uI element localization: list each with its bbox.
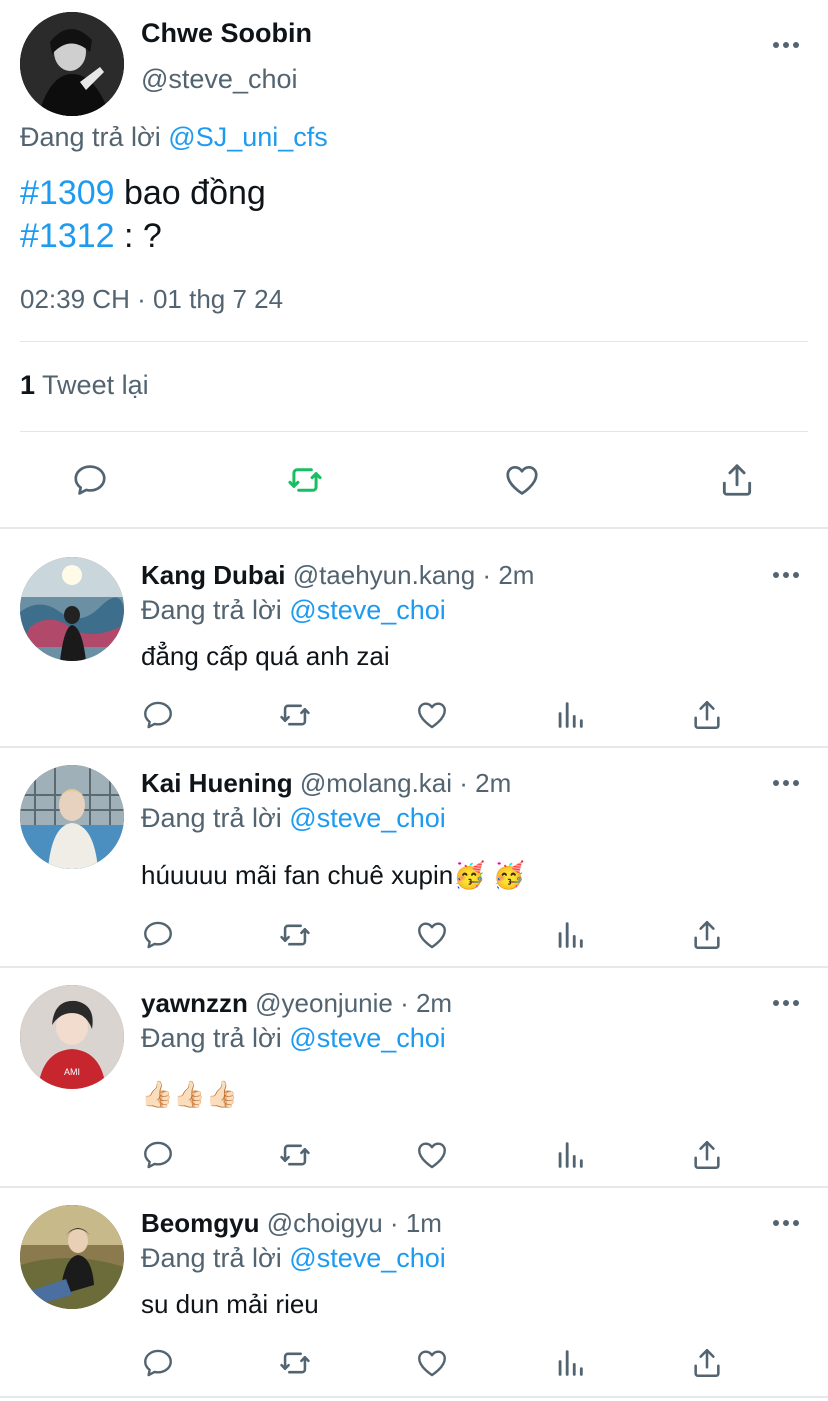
main-tweet-text-line-2: #1312 : ? <box>20 217 162 256</box>
share-icon[interactable] <box>690 698 724 732</box>
share-icon[interactable] <box>690 1346 724 1380</box>
tweet-text: bao đồng <box>114 174 266 212</box>
reply-avatar[interactable] <box>20 1205 124 1309</box>
reply-icon[interactable] <box>141 918 175 952</box>
more-icon[interactable] <box>772 36 800 54</box>
reply-tweet[interactable]: Kai Huening @molang.kai · 2m Đang trả lờ… <box>0 748 828 966</box>
like-icon[interactable] <box>415 918 449 952</box>
reply-avatar[interactable] <box>20 765 124 869</box>
replying-prefix: Đang trả lời <box>20 122 161 152</box>
retweet-icon[interactable] <box>278 1138 312 1172</box>
main-tweet-handle[interactable]: @steve_choi <box>141 64 298 95</box>
reply-avatar[interactable] <box>20 557 124 661</box>
main-tweet-text-line-1: #1309 bao đồng <box>20 174 266 213</box>
reply-text: su dun mải rieu <box>141 1289 319 1319</box>
reply-avatar[interactable]: AMI <box>20 985 124 1089</box>
reply-text: đẳng cấp quá anh zai <box>141 641 390 671</box>
svg-text:AMI: AMI <box>64 1067 80 1077</box>
replying-prefix: Đang trả lời <box>141 803 282 833</box>
reply-display-name[interactable]: Kang Dubai <box>141 560 285 590</box>
retweet-count-label: Tweet lại <box>42 370 149 400</box>
reply-icon[interactable] <box>71 461 109 499</box>
reply-tweet[interactable]: Kang Dubai @taehyun.kang · 2m Đang trả l… <box>0 528 828 746</box>
reply-text: húuuuu mãi fan chuê xupin🥳 🥳 <box>141 860 526 890</box>
reply-replying-to: Đang trả lời @steve_choi <box>141 803 446 834</box>
reply-display-name[interactable]: Beomgyu <box>141 1208 259 1238</box>
reply-replying-to: Đang trả lời @steve_choi <box>141 1243 446 1274</box>
more-icon[interactable] <box>772 994 800 1012</box>
divider <box>20 341 808 342</box>
divider <box>20 431 808 432</box>
share-icon[interactable] <box>690 1138 724 1172</box>
reply-tweet[interactable]: AMI yawnzzn @yeonjunie · 2m Đang trả lời… <box>0 968 828 1186</box>
reply-text: 👍🏻👍🏻👍🏻 <box>141 1079 239 1109</box>
more-icon[interactable] <box>772 566 800 584</box>
replying-mention-link[interactable]: @SJ_uni_cfs <box>168 122 327 152</box>
reply-header: Kai Huening @molang.kai · 2m <box>141 768 511 799</box>
reply-handle-time[interactable]: @molang.kai · 2m <box>300 768 511 798</box>
reply-header: yawnzzn @yeonjunie · 2m <box>141 988 452 1019</box>
hashtag-link[interactable]: #1312 <box>20 217 115 255</box>
tweet-text: : ? <box>114 217 162 255</box>
reply-tweet[interactable]: Beomgyu @choigyu · 1m Đang trả lời @stev… <box>0 1188 828 1398</box>
reply-replying-to: Đang trả lời @steve_choi <box>141 1023 446 1054</box>
reply-header: Kang Dubai @taehyun.kang · 2m <box>141 560 534 591</box>
reply-handle-time[interactable]: @choigyu · 1m <box>267 1208 442 1238</box>
views-icon[interactable] <box>553 918 587 952</box>
more-icon[interactable] <box>772 774 800 792</box>
replying-mention-link[interactable]: @steve_choi <box>289 1023 446 1053</box>
replying-mention-link[interactable]: @steve_choi <box>289 1243 446 1273</box>
main-tweet-display-name[interactable]: Chwe Soobin <box>141 18 312 49</box>
like-icon[interactable] <box>415 698 449 732</box>
retweet-icon[interactable] <box>278 698 312 732</box>
views-icon[interactable] <box>553 1346 587 1380</box>
share-icon[interactable] <box>718 461 756 499</box>
retweet-count-row[interactable]: 1 Tweet lại <box>20 370 149 401</box>
like-icon[interactable] <box>415 1138 449 1172</box>
hashtag-link[interactable]: #1309 <box>20 174 115 212</box>
retweet-icon[interactable] <box>286 461 324 499</box>
views-icon[interactable] <box>553 698 587 732</box>
replying-prefix: Đang trả lời <box>141 1023 282 1053</box>
main-tweet-avatar[interactable] <box>20 12 124 116</box>
replying-prefix: Đang trả lời <box>141 1243 282 1273</box>
reply-handle-time[interactable]: @taehyun.kang · 2m <box>293 560 535 590</box>
reply-handle-time[interactable]: @yeonjunie · 2m <box>255 988 452 1018</box>
reply-icon[interactable] <box>141 698 175 732</box>
reply-replying-to: Đang trả lời @steve_choi <box>141 595 446 626</box>
reply-display-name[interactable]: Kai Huening <box>141 768 293 798</box>
more-icon[interactable] <box>772 1214 800 1232</box>
section-separator <box>0 1396 828 1398</box>
replying-prefix: Đang trả lời <box>141 595 282 625</box>
like-icon[interactable] <box>503 461 541 499</box>
replying-mention-link[interactable]: @steve_choi <box>289 595 446 625</box>
reply-header: Beomgyu @choigyu · 1m <box>141 1208 442 1239</box>
reply-icon[interactable] <box>141 1346 175 1380</box>
views-icon[interactable] <box>553 1138 587 1172</box>
retweet-icon[interactable] <box>278 1346 312 1380</box>
retweet-icon[interactable] <box>278 918 312 952</box>
reply-display-name[interactable]: yawnzzn <box>141 988 248 1018</box>
reply-icon[interactable] <box>141 1138 175 1172</box>
like-icon[interactable] <box>415 1346 449 1380</box>
share-icon[interactable] <box>690 918 724 952</box>
main-tweet-replying-to: Đang trả lời @SJ_uni_cfs <box>20 122 328 153</box>
replying-mention-link[interactable]: @steve_choi <box>289 803 446 833</box>
retweet-count: 1 <box>20 370 36 400</box>
main-tweet-timestamp[interactable]: 02:39 CH · 01 thg 7 24 <box>20 284 283 315</box>
